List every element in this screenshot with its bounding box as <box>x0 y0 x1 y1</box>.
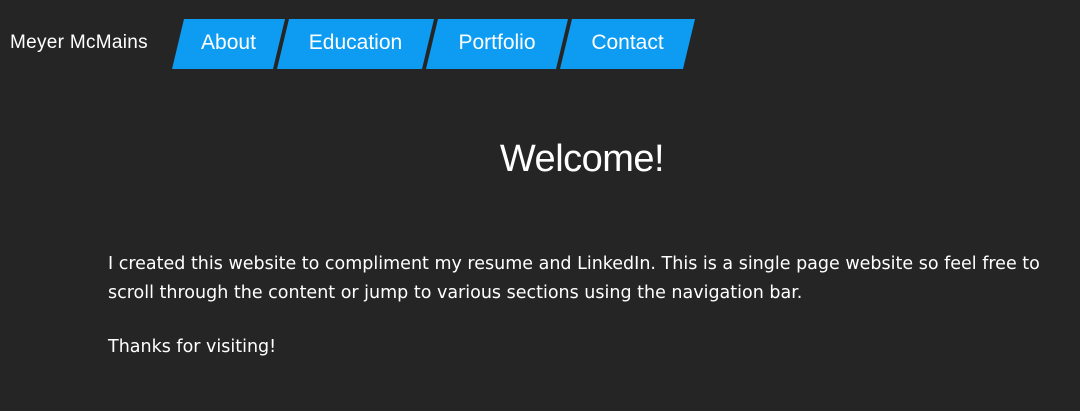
nav-link-contact[interactable]: Contact <box>560 19 695 69</box>
page-title: Welcome! <box>499 138 665 180</box>
navigation-bar: About Education Portfolio Contact <box>0 19 1080 69</box>
intro-paragraph: I created this website to compliment my … <box>108 254 1040 303</box>
nav-link-education[interactable]: Education <box>277 19 434 69</box>
nav-link-portfolio[interactable]: Portfolio <box>426 19 568 69</box>
nav-link-about[interactable]: About <box>172 19 285 69</box>
closing-paragraph: Thanks for visiting! <box>108 337 277 357</box>
